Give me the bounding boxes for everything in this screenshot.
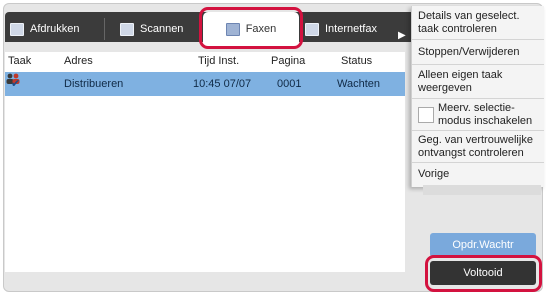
tab-scan-label: Scannen <box>140 23 184 35</box>
check-icon: ✔ <box>11 78 21 90</box>
job-list <box>5 72 405 272</box>
tab-scan[interactable]: Scannen <box>120 14 200 44</box>
highlight-done-button <box>425 255 542 292</box>
cell-status: Wachten <box>337 78 381 90</box>
printer-icon <box>10 22 24 36</box>
menu-item-own-jobs[interactable]: Alleen eigen taak weergeven <box>412 65 544 99</box>
menu-item-confidential[interactable]: Geg. van vertrouwelijke ontvangst contro… <box>412 131 544 163</box>
action-menu: Details van geselect. taak controleren S… <box>411 6 544 187</box>
menu-item-stop-delete[interactable]: Stoppen/Verwijderen <box>412 40 544 65</box>
multi-select-label: Meerv. selectie-modus inschakelen <box>438 101 533 127</box>
col-taak: Taak <box>8 55 32 67</box>
cell-tijd: 10:45 07/07 <box>193 78 252 90</box>
multi-select-checkbox[interactable] <box>418 106 434 123</box>
cell-adres: Distribueren <box>64 78 124 90</box>
tab-print-label: Afdrukken <box>30 23 80 35</box>
tab-print[interactable]: Afdrukken <box>10 14 96 44</box>
col-adres: Adres <box>64 55 93 67</box>
menu-item-multi-select[interactable]: Meerv. selectie-modus inschakelen <box>412 99 544 131</box>
panel-placeholder <box>423 185 541 195</box>
col-tijd: Tijd Inst. <box>198 55 240 67</box>
scanner-icon <box>120 22 134 36</box>
cell-pagina: 0001 <box>277 78 302 90</box>
tab-separator <box>104 18 105 40</box>
menu-item-details[interactable]: Details van geselect. taak controleren <box>412 6 544 40</box>
menu-item-back[interactable]: Vorige <box>412 163 544 187</box>
table-row[interactable]: ✔ Distribueren 10:45 07/07 0001 Wachten <box>5 72 405 96</box>
tab-internetfax[interactable]: Internetfax <box>305 14 405 44</box>
job-queue-button[interactable]: Opdr.Wachtr <box>430 233 536 257</box>
column-header: Taak Adres Tijd Inst. Pagina Status <box>5 52 405 72</box>
highlight-fax-tab <box>199 7 303 49</box>
internetfax-icon <box>305 22 319 36</box>
tab-internetfax-label: Internetfax <box>325 23 377 35</box>
more-tabs-arrow-icon[interactable]: ▶ <box>398 20 412 50</box>
col-status: Status <box>341 55 373 67</box>
col-pagina: Pagina <box>271 55 306 67</box>
